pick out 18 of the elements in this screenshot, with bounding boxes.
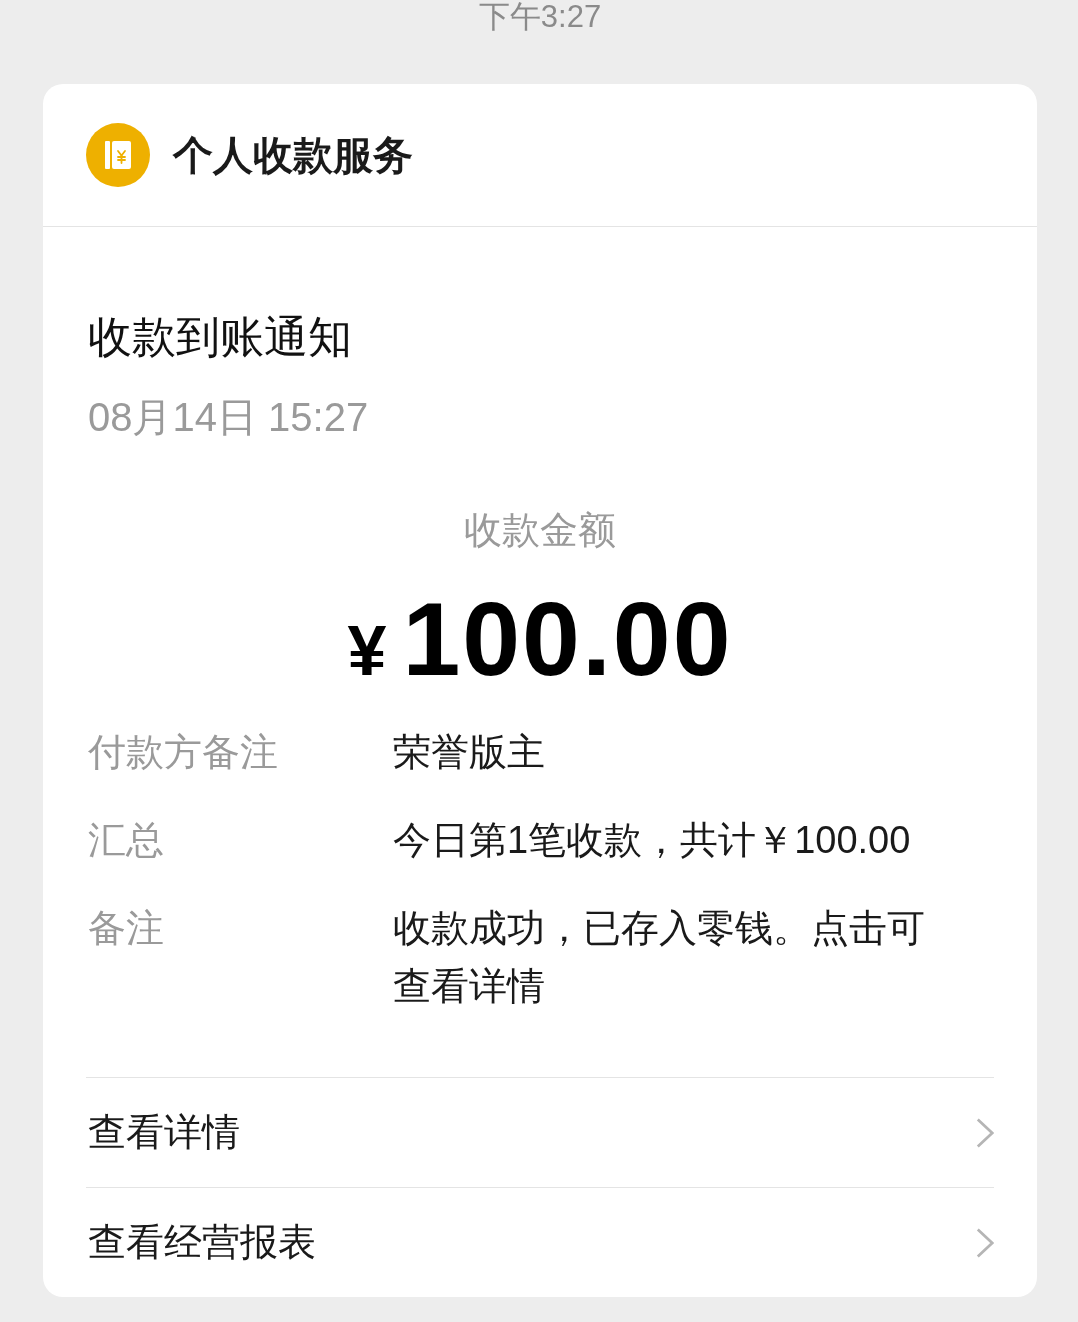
- detail-label: 备注: [88, 906, 164, 951]
- detail-label: 汇总: [88, 818, 164, 863]
- amount-label: 收款金额: [464, 508, 616, 553]
- notice-title: 收款到账通知: [88, 311, 352, 363]
- currency-symbol: ¥: [347, 611, 387, 692]
- wallet-icon: [86, 123, 150, 187]
- service-title: 个人收款服务: [173, 131, 413, 179]
- detail-value: 收款成功，已存入零钱。点击可查看详情: [393, 906, 926, 1009]
- message-time: 下午3:27: [478, 0, 602, 34]
- chevron-right-icon: [976, 1226, 994, 1259]
- detail-value: 今日第1笔收款，共计￥100.00: [393, 818, 912, 863]
- menu-item[interactable]: 查看详情: [86, 1077, 994, 1187]
- detail-value: 荣誉版主: [393, 730, 546, 775]
- chevron-right-icon: [976, 1116, 994, 1149]
- notice-datetime: 08月14日 15:27: [88, 394, 369, 441]
- detail-label: 付款方备注: [88, 730, 278, 775]
- amount-value: 100.00: [402, 589, 733, 689]
- menu-item[interactable]: 查看经营报表: [86, 1187, 994, 1297]
